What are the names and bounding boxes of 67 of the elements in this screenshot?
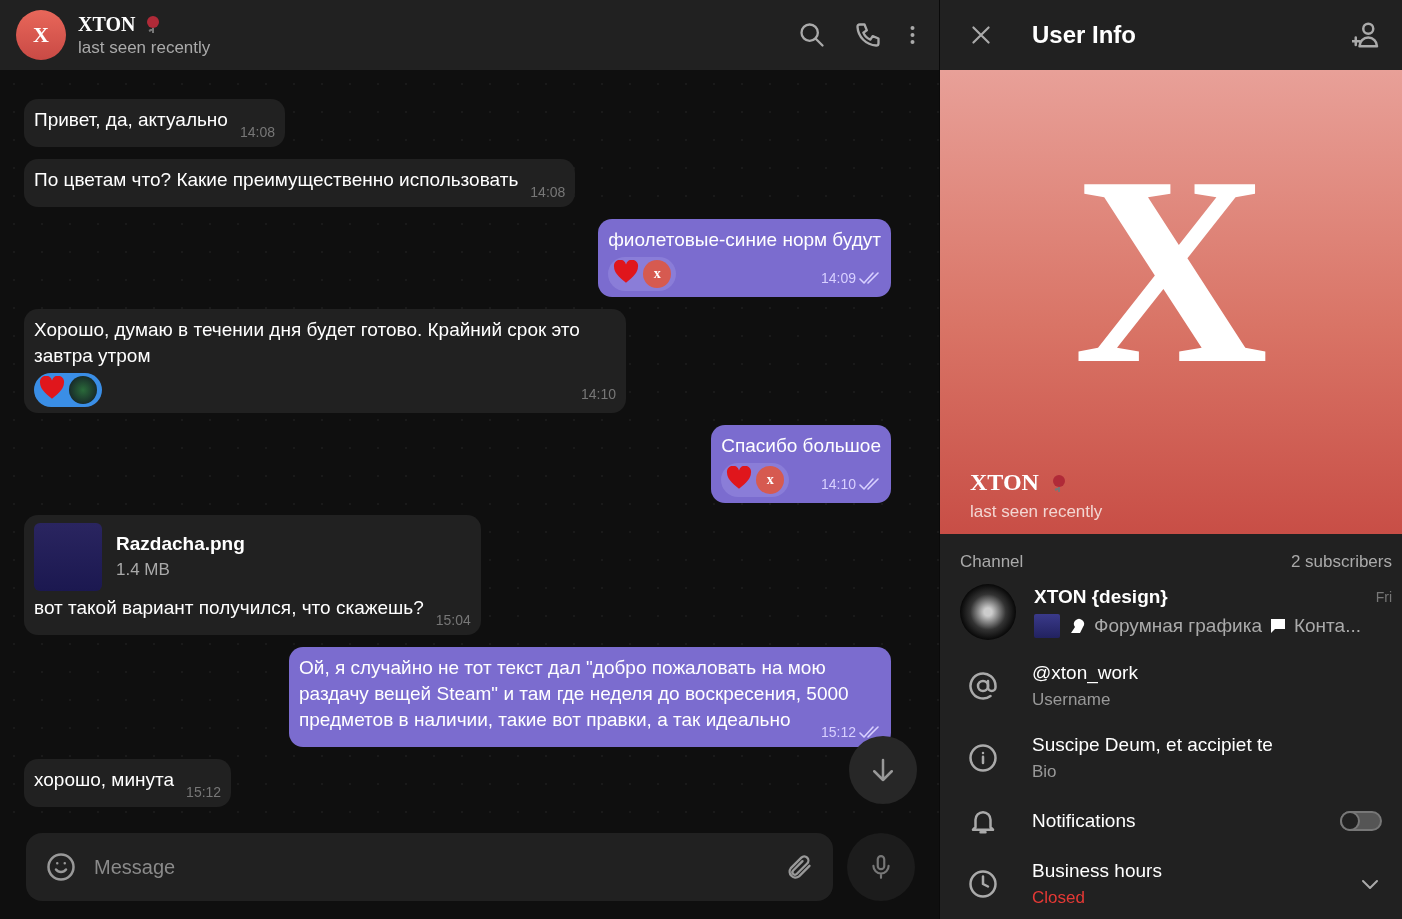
reaction-pill[interactable] — [34, 373, 102, 407]
channel-avatar — [960, 584, 1016, 640]
image-thumbnail[interactable] — [34, 523, 102, 591]
message-time: 14:09 — [820, 269, 856, 288]
file-name: Razdacha.png — [116, 532, 245, 556]
clock-icon — [968, 869, 998, 899]
channel-date: Fri — [1375, 589, 1392, 605]
chat-avatar[interactable]: X — [16, 10, 66, 60]
chat-name: XTON — [78, 12, 136, 36]
profile-status: last seen recently — [970, 502, 1104, 522]
message-text: Спасибо большое — [721, 435, 881, 456]
info-caption: Bio — [1032, 762, 1058, 782]
reaction-pill[interactable]: x — [608, 257, 677, 291]
channel-item[interactable]: XTON {design} Fri Форумная графика Конта... — [940, 578, 1402, 650]
reactor-avatar — [69, 376, 97, 404]
info-value: Suscipe Deum, et accipiet te — [1032, 734, 1274, 756]
message-text: хорошо, минута — [34, 769, 175, 790]
message-time: 14:08 — [530, 183, 566, 202]
channel-name: XTON {design} — [1034, 586, 1168, 608]
section-label: Channel — [960, 552, 1024, 572]
phone-icon — [854, 21, 882, 49]
message-text: По цветам что? Какие преимущественно использовать — [34, 169, 519, 190]
message-time: 14:08 — [239, 123, 275, 142]
info-value: @xton_work — [1032, 662, 1139, 684]
message-time: 15:04 — [435, 611, 471, 630]
info-caption: Closed — [1032, 888, 1086, 908]
more-icon — [910, 25, 915, 45]
preview-thumbnail — [1034, 614, 1060, 638]
heart-icon — [726, 466, 753, 490]
message-text: фиолетовые-синие норм будут — [608, 229, 881, 250]
double-check-icon — [859, 726, 881, 738]
profile-letter: X — [1072, 118, 1270, 421]
chat-bubble-icon — [1269, 618, 1286, 634]
channel-preview: Форумная графика — [1094, 615, 1262, 637]
heart-icon — [613, 260, 640, 284]
smiley-icon[interactable] — [46, 852, 76, 882]
message-text: вот такой вариант получился, что скажешь? — [34, 597, 424, 618]
reactor-avatar: x — [643, 260, 672, 288]
info-caption: Username — [1032, 690, 1112, 710]
panel-title: User Info — [1032, 21, 1137, 49]
info-icon — [968, 743, 998, 773]
info-row[interactable]: Suscipe Deum, et accipiet te Bio — [940, 722, 1402, 794]
info-value: Notifications — [1032, 810, 1137, 832]
message-field[interactable]: Message — [26, 833, 833, 901]
channel-preview: Конта... — [1293, 615, 1361, 637]
message-time: 14:10 — [820, 475, 856, 494]
message-text: Хорошо, думаю в течении дня будет готово. Крайний срок это завтра утром — [34, 319, 580, 366]
reaction-pill[interactable]: x — [721, 463, 790, 497]
file-size: 1.4 MB — [116, 559, 171, 581]
message-time: 15:12 — [186, 783, 222, 802]
subscriber-count: 2 subscribers — [1290, 552, 1392, 572]
message-time: 14:10 — [580, 385, 616, 404]
info-row[interactable]: @xton_work Username — [940, 650, 1402, 722]
info-value: Business hours — [1032, 860, 1163, 882]
search-icon — [798, 21, 826, 49]
message-text: Привет, да, актуально — [34, 109, 228, 130]
double-check-icon — [859, 272, 881, 284]
chat-status: last seen recently — [78, 37, 212, 58]
info-row[interactable]: Notifications — [940, 794, 1402, 848]
profile-name: XTON — [970, 469, 1039, 496]
info-row[interactable]: Business hours Closed — [940, 848, 1402, 919]
heart-icon — [39, 376, 65, 400]
at-sign-icon — [968, 671, 998, 701]
double-check-icon — [859, 478, 881, 490]
notifications-toggle[interactable] — [1340, 811, 1382, 831]
message-input[interactable]: Message — [92, 854, 769, 880]
reactor-avatar: x — [756, 466, 785, 494]
